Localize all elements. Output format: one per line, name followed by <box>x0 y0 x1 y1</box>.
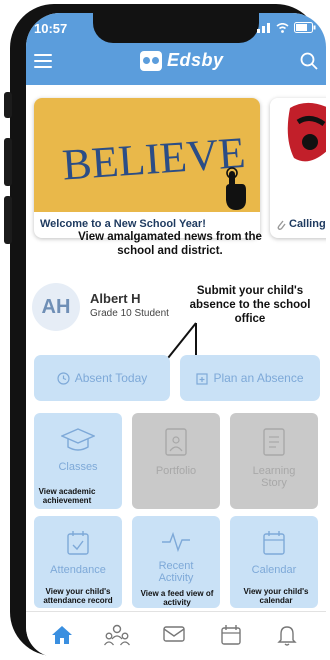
hamburger-icon[interactable] <box>34 54 52 68</box>
student-grade: Grade 10 Student <box>90 308 169 319</box>
bottom-nav <box>26 611 326 657</box>
battery-icon <box>294 22 316 33</box>
plan-absence-label: Plan an Absence <box>213 371 304 385</box>
tile-label: Portfolio <box>155 465 197 477</box>
plan-absence-button[interactable]: Plan an Absence <box>180 355 320 401</box>
portfolio-icon <box>165 428 187 456</box>
calendar-icon <box>263 531 285 555</box>
status-icons <box>257 22 316 33</box>
annotation-calendar: View your child's calendar <box>243 587 309 605</box>
wifi-icon <box>276 22 289 33</box>
tile-label: Learning Story <box>252 465 296 489</box>
news-image-mascot <box>270 98 326 212</box>
tile-label: Recent Activity <box>158 560 194 584</box>
news-title: Welcome to a New School Year! <box>40 218 206 230</box>
search-icon[interactable] <box>300 52 318 70</box>
tile-portfolio: Portfolio <box>132 413 220 509</box>
student-name: Albert H <box>90 291 141 306</box>
avatar[interactable]: AH <box>32 283 80 331</box>
signal-icon <box>257 22 270 33</box>
notch <box>93 13 259 43</box>
silent-switch <box>4 92 12 118</box>
paperclip-icon <box>277 220 286 231</box>
calendar-check-icon <box>67 531 89 555</box>
clock-icon <box>57 371 70 385</box>
news-title: Calling <box>289 218 326 230</box>
screen: 10:57 Edsby BELIEVE Welcome to a New Sch… <box>26 13 326 657</box>
tile-label: Calendar <box>251 564 297 576</box>
book-icon <box>263 428 285 456</box>
hand-pointer-icon <box>226 167 246 210</box>
news-card-calling[interactable]: Calling <box>270 98 326 238</box>
volume-down-button <box>4 196 12 244</box>
absent-today-button[interactable]: Absent Today <box>34 355 170 401</box>
graduation-cap-icon <box>61 428 95 451</box>
annotation-classes: View academic achievement <box>38 487 96 505</box>
tile-label: Attendance <box>50 564 106 576</box>
app-name: Edsby <box>167 50 224 70</box>
annotation-recent: View a feed view of activity <box>140 589 214 607</box>
absent-today-label: Absent Today <box>74 371 148 385</box>
people-icon[interactable] <box>104 624 130 646</box>
mail-icon[interactable] <box>162 624 186 644</box>
pulse-icon <box>162 531 190 552</box>
edsby-logo: Edsby <box>140 50 224 71</box>
calendar-nav-icon[interactable] <box>220 624 242 646</box>
calendar-plus-icon <box>196 372 209 385</box>
tile-label: Classes <box>58 461 98 473</box>
bell-icon[interactable] <box>276 624 298 646</box>
tile-learning-story: Learning Story <box>230 413 318 509</box>
status-time: 10:57 <box>34 21 68 36</box>
annotation-attendance: View your child's attendance record <box>43 587 113 605</box>
annotation-news: View amalgamated news from the school an… <box>78 231 262 257</box>
logo-mark <box>140 50 162 71</box>
home-icon[interactable] <box>50 624 74 646</box>
volume-up-button <box>4 138 12 186</box>
app-bar: 10:57 Edsby <box>26 13 326 85</box>
